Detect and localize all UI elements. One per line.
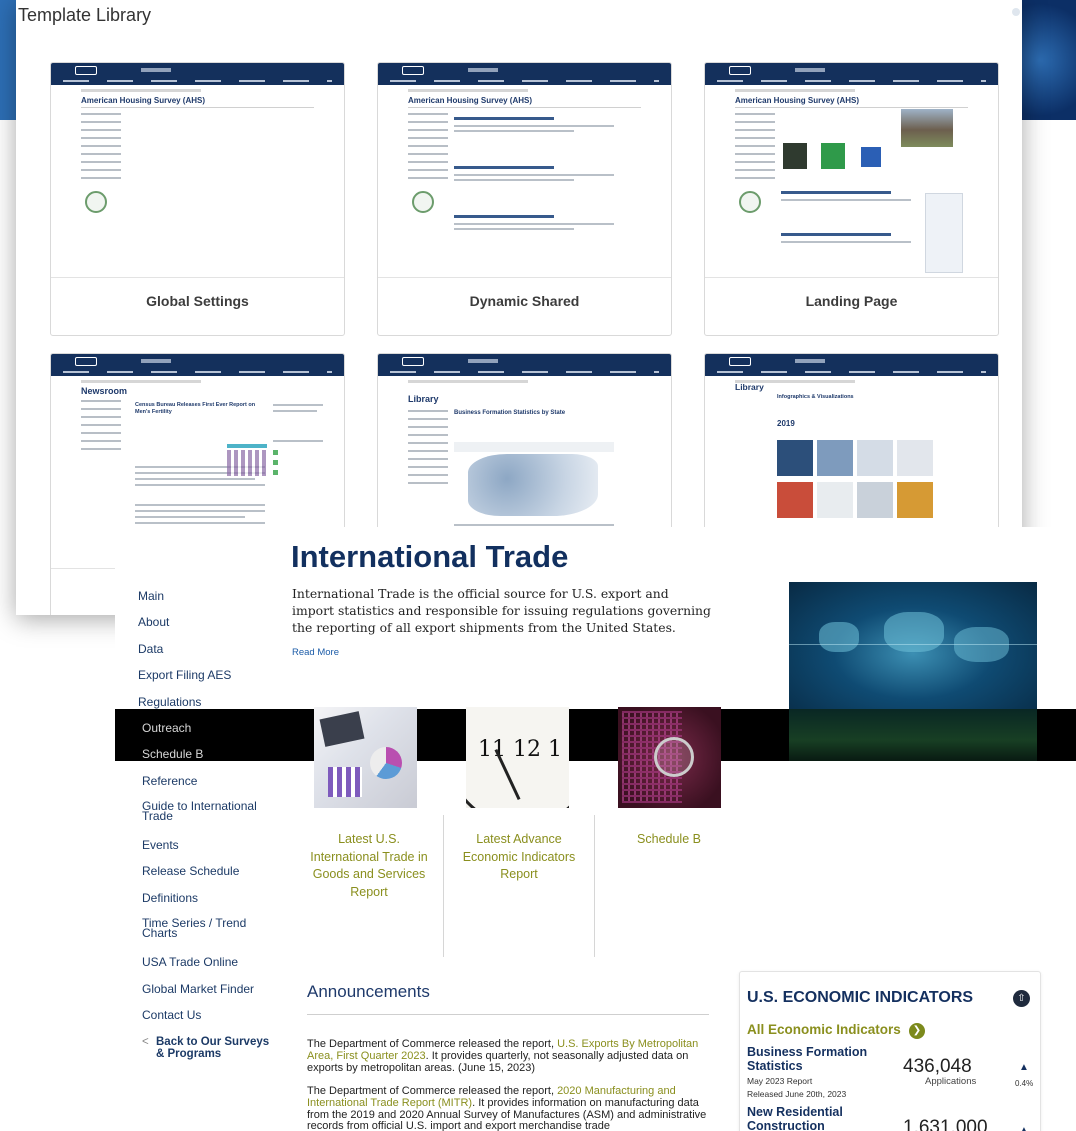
template-card-landing-page[interactable]: American Housing Survey (AHS) Landing Pa… bbox=[704, 62, 999, 336]
indicator-unit: Applications bbox=[925, 1076, 977, 1087]
promo-divider bbox=[594, 815, 595, 957]
nav-item-release-schedule[interactable]: Release Schedule bbox=[142, 865, 239, 878]
template-card-global-settings[interactable]: American Housing Survey (AHS) Global Set… bbox=[50, 62, 345, 336]
indicator-value: 436,048 bbox=[903, 1056, 972, 1077]
thumbnail-title: American Housing Survey (AHS) bbox=[408, 96, 533, 105]
template-card-dynamic-shared[interactable]: American Housing Survey (AHS) Dynamic Sh… bbox=[377, 62, 672, 336]
nav-item-export-filing-aes[interactable]: Export Filing AES bbox=[138, 669, 231, 682]
promo-advance-indicators-link[interactable]: Latest Advance Economic Indicators Repor… bbox=[455, 831, 583, 884]
indicator-name[interactable]: New Residential Construction bbox=[747, 1105, 887, 1131]
template-thumbnail: American Housing Survey (AHS) bbox=[51, 63, 344, 278]
nav-item-main[interactable]: Main bbox=[138, 590, 164, 603]
economic-indicators-card: U.S. ECONOMIC INDICATORS ⇧ All Economic … bbox=[739, 971, 1041, 1131]
template-library-window: Template Library American Housing Survey… bbox=[16, 0, 1022, 615]
announcements-heading: Announcements bbox=[307, 982, 430, 1001]
close-icon[interactable] bbox=[1012, 8, 1020, 16]
chevron-left-icon: < bbox=[142, 1036, 149, 1048]
desktop-background-glow bbox=[1016, 0, 1076, 120]
world-map-image-lower bbox=[789, 709, 1037, 761]
thumbnail-subtitle: Business Formation Statistics by State bbox=[454, 410, 566, 416]
announcements-divider bbox=[307, 1014, 709, 1015]
indicator-report: May 2023 Report bbox=[747, 1076, 813, 1086]
template-card-label: Dynamic Shared bbox=[469, 293, 580, 309]
nav-item-data[interactable]: Data bbox=[138, 643, 163, 656]
economic-indicators-title: U.S. ECONOMIC INDICATORS bbox=[747, 989, 974, 1006]
template-thumbnail: American Housing Survey (AHS) bbox=[378, 63, 671, 278]
indicator-value: 1,631,000 bbox=[903, 1117, 988, 1131]
hud-seal-icon bbox=[739, 191, 761, 213]
nav-item-guide[interactable]: Guide to International Trade bbox=[142, 800, 272, 822]
thumbnail-title: American Housing Survey (AHS) bbox=[735, 96, 860, 105]
page-title: International Trade bbox=[291, 539, 569, 574]
announcement-item: The Department of Commerce released the … bbox=[307, 1085, 707, 1131]
read-more-link[interactable]: Read More bbox=[292, 647, 339, 658]
thumbnail-subtitle: Census Bureau Releases First Ever Report… bbox=[135, 402, 256, 415]
trend-up-icon: ▲ bbox=[1019, 1125, 1029, 1131]
promo-divider bbox=[443, 815, 444, 957]
thumbnail-subtitle: Infographics & Visualizations bbox=[777, 394, 854, 400]
indicator-name[interactable]: Business Formation Statistics bbox=[747, 1045, 887, 1073]
promo-schedule-b-link[interactable]: Schedule B bbox=[615, 831, 723, 849]
share-icon[interactable]: ⇧ bbox=[1013, 990, 1030, 1007]
nav-item-events[interactable]: Events bbox=[142, 839, 179, 852]
nav-item-schedule-b[interactable]: Schedule B bbox=[142, 748, 203, 761]
template-card-label: Landing Page bbox=[805, 293, 898, 309]
nav-item-about[interactable]: About bbox=[138, 616, 169, 629]
thumbnail-title: American Housing Survey (AHS) bbox=[81, 96, 206, 105]
clock-image[interactable]: 11 12 1 bbox=[466, 707, 569, 808]
hud-seal-icon bbox=[85, 191, 107, 213]
international-trade-page: International Trade International Trade … bbox=[115, 527, 1076, 1131]
thumbnail-title: Library bbox=[408, 394, 439, 404]
thumbnail-year: 2019 bbox=[777, 419, 795, 428]
nav-item-definitions[interactable]: Definitions bbox=[142, 892, 198, 905]
magnifier-image[interactable] bbox=[618, 707, 721, 808]
nav-item-outreach[interactable]: Outreach bbox=[142, 722, 191, 735]
thumbnail-title: Newsroom bbox=[81, 386, 128, 396]
template-thumbnail: American Housing Survey (AHS) bbox=[705, 63, 998, 278]
template-card-label: Global Settings bbox=[146, 293, 249, 309]
all-economic-indicators-link[interactable]: All Economic Indicators bbox=[747, 1022, 901, 1037]
arrow-right-icon[interactable]: ❯ bbox=[909, 1023, 925, 1039]
intro-paragraph: International Trade is the official sour… bbox=[292, 586, 711, 635]
world-map-image bbox=[789, 582, 1037, 712]
thumbnail-title: Library bbox=[735, 382, 764, 392]
nav-item-global-market-finder[interactable]: Global Market Finder bbox=[142, 983, 254, 996]
template-library-title: Template Library bbox=[18, 5, 152, 25]
nav-item-reference[interactable]: Reference bbox=[142, 775, 197, 788]
nav-item-usa-trade-online[interactable]: USA Trade Online bbox=[142, 956, 238, 969]
nav-item-time-series[interactable]: Time Series / Trend Charts bbox=[142, 917, 262, 939]
nav-item-contact-us[interactable]: Contact Us bbox=[142, 1009, 201, 1022]
indicator-release-date: Released June 20th, 2023 bbox=[747, 1089, 847, 1099]
indicator-change: 0.4% bbox=[1015, 1079, 1034, 1088]
nav-item-regulations[interactable]: Regulations bbox=[138, 696, 201, 709]
trade-report-image[interactable] bbox=[314, 707, 417, 808]
hud-seal-icon bbox=[412, 191, 434, 213]
announcement-item: The Department of Commerce released the … bbox=[307, 1038, 699, 1074]
trend-up-icon: ▲ bbox=[1019, 1062, 1029, 1073]
promo-trade-report-link[interactable]: Latest U.S. International Trade in Goods… bbox=[303, 831, 435, 901]
